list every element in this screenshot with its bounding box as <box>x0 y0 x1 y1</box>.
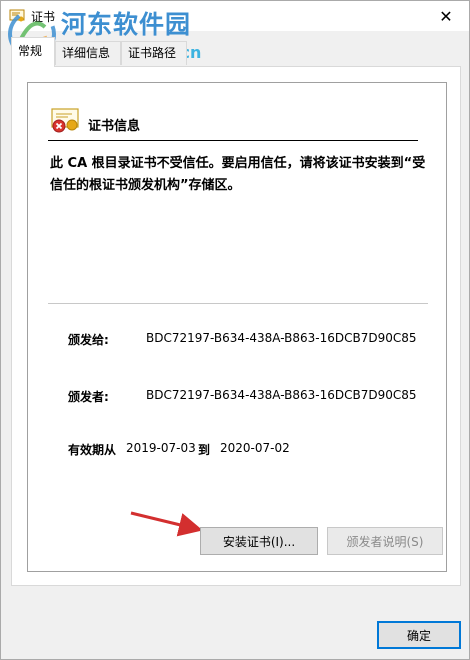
valid-from-label: 有效期从 <box>68 443 117 457</box>
issued-by-value: BDC72197-B634-438A-B863-16DCB7D90C85 <box>146 388 417 402</box>
valid-to-label: 到 <box>198 443 211 457</box>
issued-to-value: BDC72197-B634-438A-B863-16DCB7D90C85 <box>146 331 417 345</box>
tab-details[interactable]: 详细信息 <box>55 41 121 65</box>
window-title: 证书 <box>31 10 56 24</box>
certificate-info-title: 证书信息 <box>88 119 141 134</box>
issued-to-label: 颁发给: <box>68 333 109 347</box>
title-bar: 证书 ✕ <box>1 1 469 31</box>
divider <box>48 303 428 304</box>
install-certificate-button[interactable]: 安装证书(I)... <box>200 527 318 555</box>
certificate-dialog: 证书 ✕ 河东软件园 pc0359.cn 常规 详细信息 证书路径 <box>0 0 470 660</box>
certificate-icon <box>9 9 25 22</box>
certificate-info-box: 证书信息 此 CA 根目录证书不受信任。要启用信任，请将该证书安装到“受信任的根… <box>27 82 447 572</box>
issuer-statement-button[interactable]: 颁发者说明(S) <box>327 527 443 555</box>
certificate-error-icon <box>51 108 79 133</box>
valid-from-value: 2019-07-03 <box>126 441 196 455</box>
certificate-info-header: 证书信息 <box>48 101 418 141</box>
tab-panel-general: 证书信息 此 CA 根目录证书不受信任。要启用信任，请将该证书安装到“受信任的根… <box>11 66 461 586</box>
tab-general[interactable]: 常规 <box>11 37 55 67</box>
issuer-statement-label: 颁发者说明(S) <box>346 534 424 549</box>
annotation-arrow <box>130 511 203 537</box>
ok-button[interactable]: 确定 <box>377 621 461 649</box>
issued-by-label: 颁发者: <box>68 390 109 404</box>
close-button[interactable]: ✕ <box>423 1 469 31</box>
ok-label: 确定 <box>406 628 431 643</box>
untrusted-warning-text: 此 CA 根目录证书不受信任。要启用信任，请将该证书安装到“受信任的根证书颁发机… <box>50 156 426 193</box>
close-icon: ✕ <box>439 6 453 26</box>
install-certificate-label: 安装证书(I)... <box>222 534 296 549</box>
tab-certification-path-label: 证书路径 <box>128 46 177 60</box>
tab-general-label: 常规 <box>18 44 43 58</box>
tab-certification-path[interactable]: 证书路径 <box>121 41 187 65</box>
valid-to-value: 2020-07-02 <box>220 441 290 455</box>
tab-details-label: 详细信息 <box>62 46 111 60</box>
